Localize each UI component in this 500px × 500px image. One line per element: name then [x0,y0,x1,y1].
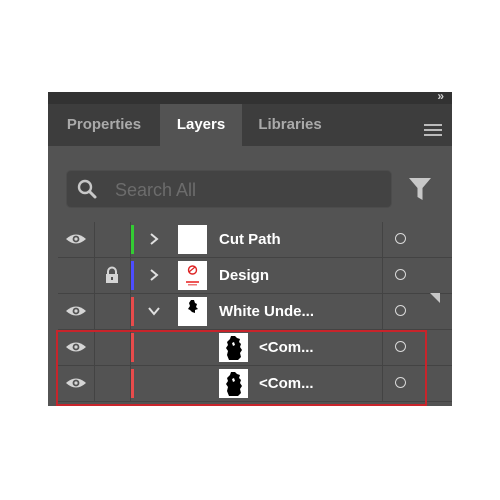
layer-thumbnail [178,297,207,326]
search-input[interactable] [113,176,377,204]
silhouette-thumbnail-art [188,300,198,313]
layer-color-swatch [131,225,134,254]
layer-thumbnail [178,261,207,290]
layer-row-design[interactable]: Design [58,258,452,294]
tab-properties[interactable]: Properties [48,104,160,146]
target-circle-icon[interactable] [395,233,406,244]
target-cell[interactable] [382,222,452,257]
eye-icon [66,306,86,316]
layer-color-swatch [131,297,134,326]
search-icon [77,179,97,199]
chevron-right-icon[interactable] [147,232,161,246]
lock-toggle[interactable] [95,258,131,293]
chevron-down-icon[interactable] [147,304,161,318]
layer-name[interactable]: Cut Path [219,222,281,257]
tab-libraries[interactable]: Libraries [242,104,338,146]
chevron-right-icon[interactable] [147,268,161,282]
layer-name[interactable]: White Unde... [219,294,314,329]
target-circle-icon[interactable] [395,305,406,316]
lock-icon [106,266,118,283]
filter-icon[interactable] [408,176,432,202]
highlight-box [56,330,427,406]
visibility-toggle[interactable] [58,294,95,329]
layer-name[interactable]: Design [219,258,269,293]
layer-thumbnail [178,225,207,254]
target-cell[interactable] [382,294,452,329]
visibility-toggle[interactable] [58,222,95,257]
collapse-panel-icon[interactable]: » [437,92,444,103]
tab-bar: Properties Layers Libraries [48,104,452,146]
target-circle-icon[interactable] [395,269,406,280]
hamburger-menu-icon[interactable] [424,124,442,136]
lock-toggle[interactable] [95,222,131,257]
layer-color-swatch [131,261,134,290]
target-cell[interactable] [382,258,452,293]
search-box [66,170,392,208]
selection-indicator-icon [430,293,440,303]
design-thumbnail-art [186,265,199,286]
panel-title-bar: » [48,92,452,104]
visibility-toggle[interactable] [58,258,95,293]
lock-toggle[interactable] [95,294,131,329]
eye-icon [66,234,86,244]
tab-layers[interactable]: Layers [160,104,242,146]
layer-row-white-underbase[interactable]: White Unde... [58,294,452,330]
layer-row-cut-path[interactable]: Cut Path [58,222,452,258]
